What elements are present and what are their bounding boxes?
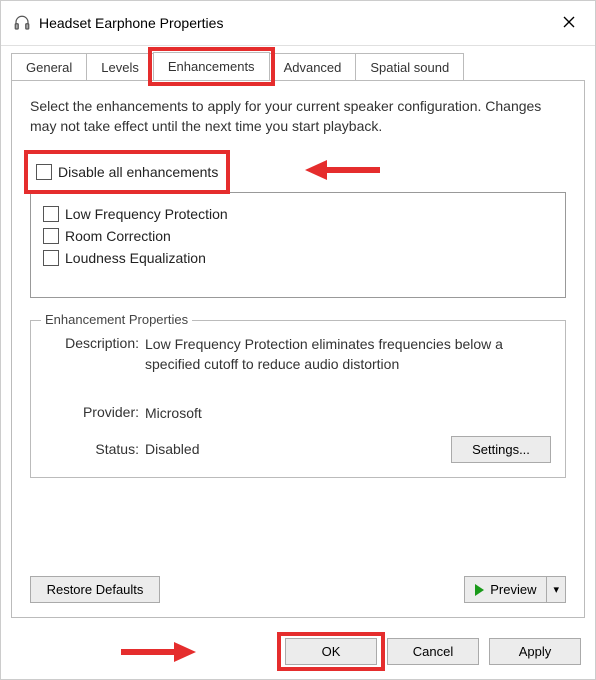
enhancement-properties-group: Enhancement Properties Description: Low …	[30, 320, 566, 478]
intro-text: Select the enhancements to apply for you…	[30, 97, 566, 136]
status-value: Disabled	[145, 440, 451, 460]
low-frequency-checkbox[interactable]	[43, 206, 59, 222]
preview-split-button[interactable]: Preview ▾	[464, 576, 566, 603]
room-correction-checkbox[interactable]	[43, 228, 59, 244]
close-button[interactable]	[553, 9, 585, 37]
provider-label: Provider:	[45, 404, 145, 424]
cancel-button[interactable]: Cancel	[387, 638, 479, 665]
titlebar: Headset Earphone Properties	[1, 1, 595, 46]
list-item[interactable]: Loudness Equalization	[43, 247, 553, 269]
loudness-eq-checkbox[interactable]	[43, 250, 59, 266]
disable-all-checkbox[interactable]	[36, 164, 52, 180]
disable-all-label: Disable all enhancements	[58, 164, 218, 180]
tab-general[interactable]: General	[11, 53, 87, 81]
tab-enhancements[interactable]: Enhancements	[153, 52, 270, 80]
checkbox-label: Loudness Equalization	[65, 250, 206, 266]
window-title: Headset Earphone Properties	[39, 15, 553, 31]
tab-strip: General Levels Enhancements Advanced Spa…	[1, 46, 595, 80]
play-icon	[475, 584, 484, 596]
status-label: Status:	[45, 441, 145, 457]
annotation-arrow-ok	[121, 642, 201, 662]
description-value: Low Frequency Protection eliminates freq…	[145, 335, 551, 374]
content-bottom-row: Restore Defaults Preview ▾	[30, 570, 566, 603]
tab-levels[interactable]: Levels	[86, 53, 154, 81]
apply-button[interactable]: Apply	[489, 638, 581, 665]
tab-content: Select the enhancements to apply for you…	[11, 80, 585, 618]
enhancement-list: Low Frequency Protection Room Correction…	[30, 192, 566, 298]
close-icon	[563, 15, 575, 31]
ok-button[interactable]: OK	[285, 638, 377, 665]
provider-value: Microsoft	[145, 404, 551, 424]
description-label: Description:	[45, 335, 145, 374]
list-item[interactable]: Low Frequency Protection	[43, 203, 553, 225]
checkbox-label: Low Frequency Protection	[65, 206, 228, 222]
properties-legend: Enhancement Properties	[41, 312, 192, 327]
tab-enhancements-label: Enhancements	[168, 59, 255, 74]
checkbox-label: Room Correction	[65, 228, 171, 244]
preview-dropdown-arrow[interactable]: ▾	[547, 577, 565, 602]
list-item[interactable]: Room Correction	[43, 225, 553, 247]
tab-spatial[interactable]: Spatial sound	[355, 53, 464, 81]
dialog-button-row: OK Cancel Apply	[1, 628, 595, 679]
preview-label: Preview	[490, 582, 536, 597]
headset-icon	[13, 14, 31, 32]
tab-advanced[interactable]: Advanced	[269, 53, 357, 81]
restore-defaults-button[interactable]: Restore Defaults	[30, 576, 160, 603]
disable-all-row: Disable all enhancements	[30, 154, 224, 190]
chevron-down-icon: ▾	[553, 583, 559, 596]
preview-button-main[interactable]: Preview	[465, 577, 547, 602]
annotation-arrow-disable-all	[300, 160, 380, 180]
properties-dialog: Headset Earphone Properties General Leve…	[0, 0, 596, 680]
settings-button[interactable]: Settings...	[451, 436, 551, 463]
